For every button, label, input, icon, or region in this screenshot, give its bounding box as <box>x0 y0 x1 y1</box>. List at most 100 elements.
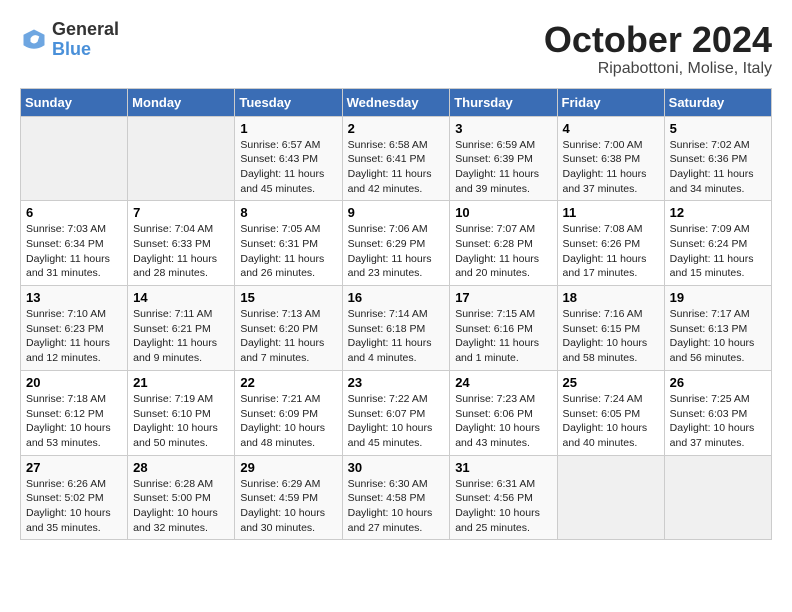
day-number: 5 <box>670 121 766 136</box>
calendar-cell: 4 Sunrise: 7:00 AMSunset: 6:38 PMDaylight… <box>557 116 664 201</box>
calendar-cell: 22Sunrise: 7:21 AMSunset: 6:09 PMDayligh… <box>235 370 342 455</box>
day-number: 3 <box>455 121 551 136</box>
day-detail: Sunrise: 7:08 AMSunset: 6:26 PMDaylight:… <box>563 222 659 281</box>
day-detail: Sunrise: 7:13 AMSunset: 6:20 PMDaylight:… <box>240 307 336 366</box>
calendar-cell: 30 Sunrise: 6:30 AMSunset: 4:58 PMDayligh… <box>342 455 450 540</box>
calendar-cell: 9 Sunrise: 7:06 AMSunset: 6:29 PMDaylight… <box>342 201 450 286</box>
day-detail: Sunrise: 6:30 AMSunset: 4:58 PMDaylight:… <box>348 477 445 536</box>
calendar-cell: 8 Sunrise: 7:05 AMSunset: 6:31 PMDaylight… <box>235 201 342 286</box>
day-detail: Sunrise: 7:22 AMSunset: 6:07 PMDaylight:… <box>348 392 445 451</box>
day-detail: Sunrise: 7:02 AMSunset: 6:36 PMDaylight:… <box>670 138 766 197</box>
calendar-cell <box>21 116 128 201</box>
day-number: 15 <box>240 290 336 305</box>
day-detail: Sunrise: 7:06 AMSunset: 6:29 PMDaylight:… <box>348 222 445 281</box>
location-subtitle: Ripabottoni, Molise, Italy <box>544 60 772 78</box>
calendar-cell: 24 Sunrise: 7:23 AMSunset: 6:06 PMDayligh… <box>450 370 557 455</box>
day-detail: Sunrise: 7:23 AMSunset: 6:06 PMDaylight:… <box>455 392 551 451</box>
day-number: 18 <box>563 290 659 305</box>
page-header: General Blue October 2024 Ripabottoni, M… <box>20 20 772 78</box>
calendar-header-row: SundayMondayTuesdayWednesdayThursdayFrid… <box>21 88 772 116</box>
calendar-cell: 28 Sunrise: 6:28 AMSunset: 5:00 PMDayligh… <box>128 455 235 540</box>
calendar-week-row: 20Sunrise: 7:18 AMSunset: 6:12 PMDayligh… <box>21 370 772 455</box>
calendar-cell: 19Sunrise: 7:17 AMSunset: 6:13 PMDayligh… <box>664 286 771 371</box>
day-number: 23 <box>348 375 445 390</box>
calendar-cell: 3Sunrise: 6:59 AMSunset: 6:39 PMDaylight… <box>450 116 557 201</box>
calendar-cell: 29 Sunrise: 6:29 AMSunset: 4:59 PMDayligh… <box>235 455 342 540</box>
day-detail: Sunrise: 7:03 AMSunset: 6:34 PMDaylight:… <box>26 222 122 281</box>
calendar-body: 1 Sunrise: 6:57 AMSunset: 6:43 PMDaylight… <box>21 116 772 540</box>
day-number: 26 <box>670 375 766 390</box>
logo-blue-text: Blue <box>52 39 91 59</box>
calendar-cell: 25 Sunrise: 7:24 AMSunset: 6:05 PMDayligh… <box>557 370 664 455</box>
day-detail: Sunrise: 7:16 AMSunset: 6:15 PMDaylight:… <box>563 307 659 366</box>
calendar-cell: 6 Sunrise: 7:03 AMSunset: 6:34 PMDaylight… <box>21 201 128 286</box>
weekday-header-thursday: Thursday <box>450 88 557 116</box>
day-number: 2 <box>348 121 445 136</box>
calendar-cell: 23 Sunrise: 7:22 AMSunset: 6:07 PMDayligh… <box>342 370 450 455</box>
day-number: 11 <box>563 205 659 220</box>
day-detail: Sunrise: 7:04 AMSunset: 6:33 PMDaylight:… <box>133 222 229 281</box>
day-number: 30 <box>348 460 445 475</box>
calendar-week-row: 6 Sunrise: 7:03 AMSunset: 6:34 PMDaylight… <box>21 201 772 286</box>
day-number: 12 <box>670 205 766 220</box>
day-number: 19 <box>670 290 766 305</box>
day-detail: Sunrise: 6:57 AMSunset: 6:43 PMDaylight:… <box>240 138 336 197</box>
calendar-cell: 1 Sunrise: 6:57 AMSunset: 6:43 PMDaylight… <box>235 116 342 201</box>
day-number: 28 <box>133 460 229 475</box>
calendar-cell: 7 Sunrise: 7:04 AMSunset: 6:33 PMDaylight… <box>128 201 235 286</box>
day-number: 14 <box>133 290 229 305</box>
calendar-cell: 18 Sunrise: 7:16 AMSunset: 6:15 PMDayligh… <box>557 286 664 371</box>
day-detail: Sunrise: 6:58 AMSunset: 6:41 PMDaylight:… <box>348 138 445 197</box>
calendar-cell: 20Sunrise: 7:18 AMSunset: 6:12 PMDayligh… <box>21 370 128 455</box>
day-number: 6 <box>26 205 122 220</box>
day-number: 9 <box>348 205 445 220</box>
day-detail: Sunrise: 6:28 AMSunset: 5:00 PMDaylight:… <box>133 477 229 536</box>
calendar-cell: 17 Sunrise: 7:15 AMSunset: 6:16 PMDayligh… <box>450 286 557 371</box>
logo: General Blue <box>20 20 119 60</box>
calendar-week-row: 27Sunrise: 6:26 AMSunset: 5:02 PMDayligh… <box>21 455 772 540</box>
title-block: October 2024 Ripabottoni, Molise, Italy <box>544 20 772 78</box>
day-detail: Sunrise: 7:07 AMSunset: 6:28 PMDaylight:… <box>455 222 551 281</box>
day-number: 7 <box>133 205 229 220</box>
calendar-cell: 10 Sunrise: 7:07 AMSunset: 6:28 PMDayligh… <box>450 201 557 286</box>
calendar-cell <box>557 455 664 540</box>
day-number: 13 <box>26 290 122 305</box>
day-detail: Sunrise: 7:00 AMSunset: 6:38 PMDaylight:… <box>563 138 659 197</box>
month-title: October 2024 <box>544 20 772 60</box>
day-number: 17 <box>455 290 551 305</box>
calendar-week-row: 1 Sunrise: 6:57 AMSunset: 6:43 PMDaylight… <box>21 116 772 201</box>
day-detail: Sunrise: 6:31 AMSunset: 4:56 PMDaylight:… <box>455 477 551 536</box>
day-number: 16 <box>348 290 445 305</box>
day-number: 25 <box>563 375 659 390</box>
logo-general-text: General <box>52 19 119 39</box>
day-number: 10 <box>455 205 551 220</box>
day-detail: Sunrise: 7:09 AMSunset: 6:24 PMDaylight:… <box>670 222 766 281</box>
day-detail: Sunrise: 7:15 AMSunset: 6:16 PMDaylight:… <box>455 307 551 366</box>
day-number: 24 <box>455 375 551 390</box>
day-number: 27 <box>26 460 122 475</box>
calendar-cell: 31 Sunrise: 6:31 AMSunset: 4:56 PMDayligh… <box>450 455 557 540</box>
calendar-cell: 12 Sunrise: 7:09 AMSunset: 6:24 PMDayligh… <box>664 201 771 286</box>
day-detail: Sunrise: 7:24 AMSunset: 6:05 PMDaylight:… <box>563 392 659 451</box>
day-number: 29 <box>240 460 336 475</box>
day-number: 1 <box>240 121 336 136</box>
day-number: 8 <box>240 205 336 220</box>
calendar-cell: 15 Sunrise: 7:13 AMSunset: 6:20 PMDayligh… <box>235 286 342 371</box>
day-detail: Sunrise: 7:05 AMSunset: 6:31 PMDaylight:… <box>240 222 336 281</box>
day-detail: Sunrise: 7:10 AMSunset: 6:23 PMDaylight:… <box>26 307 122 366</box>
weekday-header-tuesday: Tuesday <box>235 88 342 116</box>
day-number: 4 <box>563 121 659 136</box>
day-number: 21 <box>133 375 229 390</box>
calendar-table: SundayMondayTuesdayWednesdayThursdayFrid… <box>20 88 772 541</box>
calendar-cell: 5 Sunrise: 7:02 AMSunset: 6:36 PMDaylight… <box>664 116 771 201</box>
day-number: 31 <box>455 460 551 475</box>
calendar-cell: 21Sunrise: 7:19 AMSunset: 6:10 PMDayligh… <box>128 370 235 455</box>
calendar-cell: 16Sunrise: 7:14 AMSunset: 6:18 PMDayligh… <box>342 286 450 371</box>
calendar-cell: 2 Sunrise: 6:58 AMSunset: 6:41 PMDaylight… <box>342 116 450 201</box>
calendar-cell: 13 Sunrise: 7:10 AMSunset: 6:23 PMDayligh… <box>21 286 128 371</box>
day-detail: Sunrise: 6:29 AMSunset: 4:59 PMDaylight:… <box>240 477 336 536</box>
logo-icon <box>20 26 48 54</box>
calendar-cell: 27Sunrise: 6:26 AMSunset: 5:02 PMDayligh… <box>21 455 128 540</box>
weekday-header-sunday: Sunday <box>21 88 128 116</box>
weekday-header-wednesday: Wednesday <box>342 88 450 116</box>
